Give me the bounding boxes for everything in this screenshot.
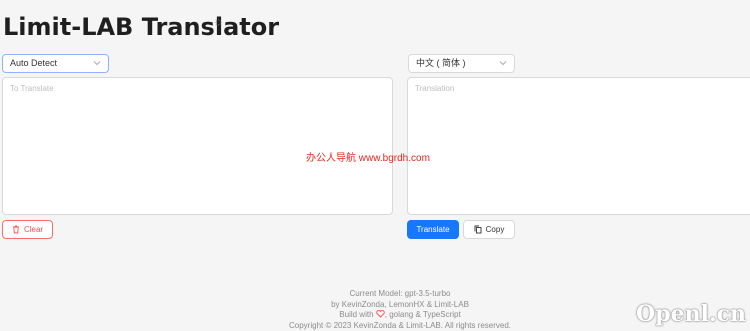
copy-button[interactable]: Copy — [463, 220, 515, 239]
source-language-value: Auto Detect — [10, 58, 57, 68]
target-language-value: 中文 ( 简体 ) — [416, 58, 466, 68]
corner-watermark: Openl.cn — [636, 301, 746, 327]
clear-label: Clear — [24, 225, 43, 234]
copy-icon — [474, 225, 482, 234]
heart-icon — [376, 310, 385, 318]
footer-build-suffix: , golang & TypeScript — [385, 310, 461, 319]
translation-placeholder: Translation — [415, 84, 454, 93]
copy-label: Copy — [486, 225, 505, 234]
app-title: Limit-LAB Translator — [3, 13, 279, 41]
clear-button[interactable]: Clear — [2, 220, 53, 239]
footer-build-prefix: Build with — [339, 310, 373, 319]
sun-icon[interactable]: ☼ — [213, 14, 224, 28]
chevron-down-icon — [92, 58, 102, 68]
translate-label: Translate — [416, 225, 449, 234]
source-text-input[interactable]: To Translate — [2, 77, 393, 215]
footer-model: Current Model: gpt-3.5-turbo — [0, 289, 750, 300]
source-placeholder: To Translate — [10, 84, 54, 93]
translate-button[interactable]: Translate — [407, 220, 459, 239]
target-language-select[interactable]: 中文 ( 简体 ) — [408, 54, 515, 73]
source-language-select[interactable]: Auto Detect — [2, 54, 109, 73]
watermark-text: 办公人导航 www.bgrdh.com — [306, 149, 430, 164]
translation-output[interactable]: Translation — [407, 77, 750, 215]
chevron-down-icon — [498, 58, 508, 68]
trash-icon — [12, 225, 20, 234]
